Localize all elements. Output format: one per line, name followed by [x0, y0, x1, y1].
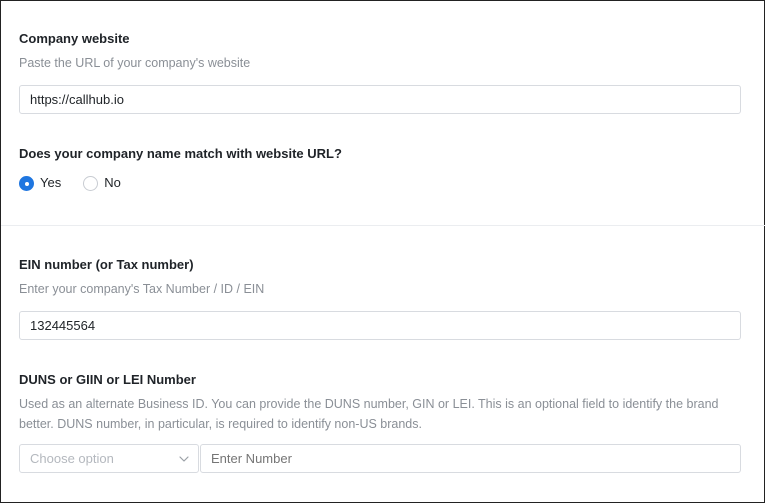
company-website-input[interactable]: [19, 85, 741, 114]
duns-type-select-placeholder: Choose option: [30, 451, 114, 466]
name-match-label: Does your company name match with websit…: [19, 146, 342, 161]
company-website-label: Company website: [19, 31, 130, 46]
company-website-help: Paste the URL of your company's website: [19, 56, 251, 70]
radio-option-yes[interactable]: Yes: [19, 173, 61, 191]
ein-label: EIN number (or Tax number): [19, 257, 194, 272]
duns-type-select[interactable]: Choose option: [19, 444, 199, 473]
ein-help: Enter your company's Tax Number / ID / E…: [19, 282, 265, 296]
chevron-down-icon: [179, 455, 189, 462]
name-match-radio-group: Yes No: [19, 173, 143, 191]
radio-no[interactable]: [83, 176, 99, 191]
radio-yes[interactable]: [19, 176, 34, 191]
radio-option-no[interactable]: No: [83, 173, 121, 191]
duns-number-input[interactable]: [200, 444, 741, 473]
radio-no-label: No: [104, 174, 121, 190]
duns-label: DUNS or GIIN or LEI Number: [19, 372, 196, 387]
ein-input[interactable]: [19, 311, 741, 340]
duns-help: Used as an alternate Business ID. You ca…: [19, 397, 719, 431]
section-divider: [1, 225, 765, 226]
form-panel: Company website Paste the URL of your co…: [0, 0, 765, 503]
radio-yes-label: Yes: [40, 174, 62, 190]
